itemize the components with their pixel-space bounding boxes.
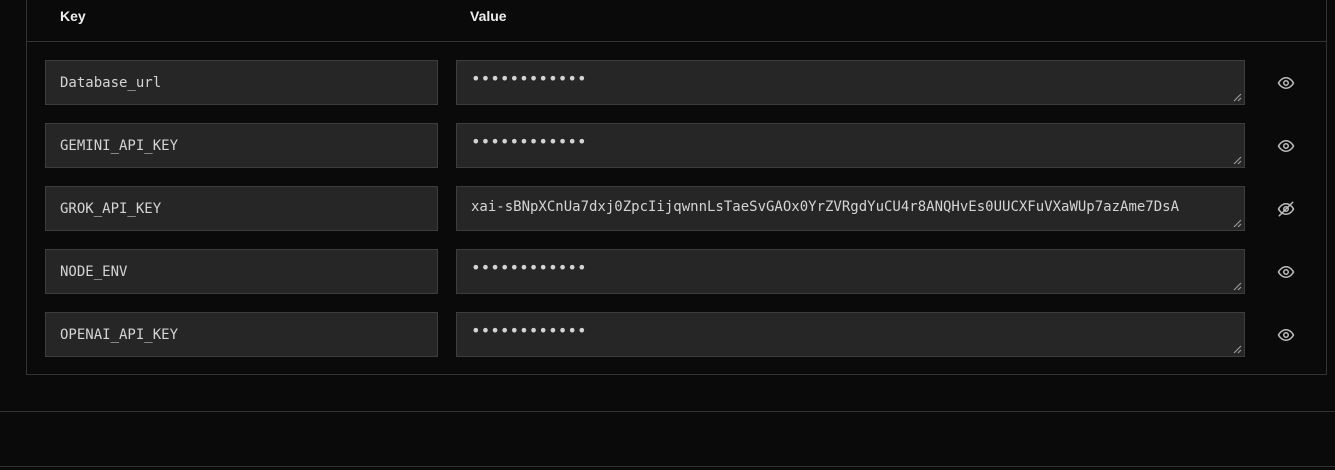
section-divider (0, 411, 1335, 412)
eye-icon (1277, 329, 1295, 341)
resize-grip-icon[interactable] (1233, 282, 1242, 291)
key-input[interactable]: Database_url (45, 60, 438, 105)
eye-icon (1277, 266, 1295, 278)
toggle-visibility-button[interactable] (1274, 323, 1298, 347)
value-textarea[interactable]: •••••••••••• (456, 60, 1245, 105)
toggle-visibility-button[interactable] (1274, 71, 1298, 95)
value-textarea[interactable]: xai-sBNpXCnUa7dxj0ZpcIijqwnnLsTaeSvGAOx0… (456, 186, 1245, 231)
key-input[interactable]: GROK_API_KEY (45, 186, 438, 231)
resize-grip-icon[interactable] (1233, 345, 1242, 354)
env-variables-panel: Key Value Database_url •••••••••••• GEMI… (26, 0, 1327, 375)
toggle-visibility-button[interactable] (1274, 134, 1298, 158)
value-text: •••••••••••• (471, 321, 587, 340)
key-column-header: Key (60, 8, 86, 24)
resize-grip-icon[interactable] (1233, 156, 1242, 165)
table-header: Key Value (27, 0, 1326, 42)
eye-icon (1277, 77, 1295, 89)
key-text: OPENAI_API_KEY (60, 326, 179, 343)
table-row: Database_url •••••••••••• (27, 60, 1326, 105)
value-text: •••••••••••• (471, 132, 587, 151)
value-textarea[interactable]: •••••••••••• (456, 249, 1245, 294)
toggle-visibility-button[interactable] (1274, 260, 1298, 284)
eye-off-icon (1277, 201, 1295, 217)
eye-icon (1277, 140, 1295, 152)
value-textarea[interactable]: •••••••••••• (456, 123, 1245, 168)
value-text: xai-sBNpXCnUa7dxj0ZpcIijqwnnLsTaeSvGAOx0… (471, 198, 1180, 215)
key-input[interactable]: OPENAI_API_KEY (45, 312, 438, 357)
key-text: Database_url (60, 74, 162, 91)
value-text: •••••••••••• (471, 258, 587, 277)
section-divider (0, 466, 1335, 467)
table-row: OPENAI_API_KEY •••••••••••• (27, 312, 1326, 357)
toggle-visibility-button[interactable] (1274, 197, 1298, 221)
key-input[interactable]: NODE_ENV (45, 249, 438, 294)
key-text: GEMINI_API_KEY (60, 137, 179, 154)
value-text: •••••••••••• (471, 69, 587, 88)
resize-grip-icon[interactable] (1233, 93, 1242, 102)
resize-grip-icon[interactable] (1233, 219, 1242, 228)
table-row: NODE_ENV •••••••••••• (27, 249, 1326, 294)
key-text: NODE_ENV (60, 263, 128, 280)
key-input[interactable]: GEMINI_API_KEY (45, 123, 438, 168)
table-row: GROK_API_KEY xai-sBNpXCnUa7dxj0ZpcIijqwn… (27, 186, 1326, 231)
table-row: GEMINI_API_KEY •••••••••••• (27, 123, 1326, 168)
value-column-header: Value (470, 8, 507, 24)
key-text: GROK_API_KEY (60, 200, 162, 217)
value-textarea[interactable]: •••••••••••• (456, 312, 1245, 357)
